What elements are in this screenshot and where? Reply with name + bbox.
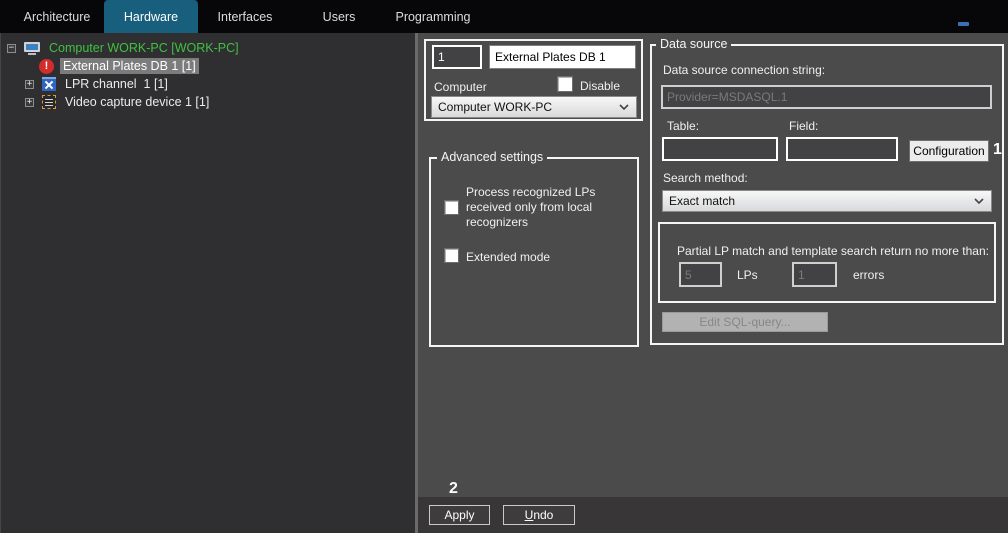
table-input[interactable] bbox=[662, 137, 778, 161]
tab-hardware[interactable]: Hardware bbox=[104, 0, 198, 33]
table-label: Table: bbox=[667, 119, 700, 133]
computer-icon bbox=[24, 41, 40, 55]
partial-match-groupbox: Partial LP match and template search ret… bbox=[658, 222, 996, 303]
data-source-title: Data source bbox=[656, 37, 732, 51]
expand-plus-icon[interactable]: + bbox=[25, 97, 34, 107]
partial-match-label: Partial LP match and template search ret… bbox=[677, 244, 989, 258]
top-nav-bar: Architecture Hardware Interfaces Users P… bbox=[0, 0, 1008, 33]
extended-mode-checkbox[interactable] bbox=[444, 248, 459, 263]
lps-label: LPs bbox=[737, 268, 758, 282]
search-method-select[interactable]: Exact match bbox=[662, 190, 992, 212]
hardware-tree-panel: − Computer WORK-PC [WORK-PC] ! External … bbox=[0, 33, 415, 533]
video-capture-icon bbox=[42, 95, 56, 109]
tree-label-lpr-channel[interactable]: LPR channel 1 [1] bbox=[62, 76, 171, 92]
data-source-groupbox: Data source Data source connection strin… bbox=[650, 37, 1004, 345]
annotation-marker-1: 1 bbox=[993, 141, 1002, 158]
chevron-down-icon bbox=[619, 104, 629, 111]
alert-icon: ! bbox=[39, 58, 54, 74]
tree-row-lpr-channel[interactable]: + LPR channel 1 [1] bbox=[1, 75, 415, 93]
nav-collapse-dash-icon[interactable] bbox=[958, 22, 969, 26]
tree-label-video-capture[interactable]: Video capture device 1 [1] bbox=[62, 94, 212, 110]
process-local-lps-checkbox[interactable] bbox=[444, 200, 459, 215]
general-groupbox: Computer Disable Computer WORK-PC bbox=[424, 39, 643, 121]
extended-mode-label: Extended mode bbox=[466, 250, 551, 264]
search-method-label: Search method: bbox=[663, 171, 748, 185]
apply-button[interactable]: Apply bbox=[429, 505, 490, 525]
object-name-input[interactable] bbox=[489, 45, 636, 69]
advanced-settings-title: Advanced settings bbox=[437, 150, 548, 164]
tab-users[interactable]: Users bbox=[292, 0, 386, 33]
tree-row-video-capture[interactable]: + Video capture device 1 [1] bbox=[1, 93, 415, 111]
process-local-lps-label: Process recognized LPs received only fro… bbox=[466, 185, 596, 229]
undo-button[interactable]: Undo bbox=[503, 505, 575, 525]
settings-panel: Computer Disable Computer WORK-PC Advanc… bbox=[415, 33, 1008, 497]
disable-checkbox[interactable] bbox=[557, 76, 573, 92]
expand-plus-icon[interactable]: + bbox=[25, 79, 34, 89]
annotation-marker-2: 2 bbox=[449, 480, 458, 497]
advanced-settings-groupbox: Advanced settings Process recognized LPs… bbox=[429, 150, 639, 347]
errors-count-input bbox=[792, 262, 837, 287]
connection-string-label: Data source connection string: bbox=[663, 63, 826, 77]
lpr-channel-icon bbox=[42, 77, 56, 91]
tree-label-external-plates-db[interactable]: External Plates DB 1 [1] bbox=[60, 58, 199, 74]
chevron-down-icon bbox=[974, 198, 984, 205]
tree-label-computer[interactable]: Computer WORK-PC [WORK-PC] bbox=[46, 40, 242, 56]
object-id-input[interactable] bbox=[432, 45, 482, 69]
computer-select[interactable]: Computer WORK-PC bbox=[431, 96, 637, 118]
expand-minus-icon[interactable]: − bbox=[7, 43, 16, 53]
tab-architecture[interactable]: Architecture bbox=[10, 0, 104, 33]
computer-label: Computer bbox=[434, 80, 487, 94]
tab-programming[interactable]: Programming bbox=[386, 0, 480, 33]
search-method-value: Exact match bbox=[669, 194, 736, 208]
errors-label: errors bbox=[853, 268, 885, 282]
connection-string-input bbox=[661, 85, 992, 109]
tree-row-computer[interactable]: − Computer WORK-PC [WORK-PC] bbox=[1, 39, 415, 57]
disable-label: Disable bbox=[580, 79, 621, 93]
configuration-button[interactable]: Configuration bbox=[909, 140, 989, 162]
field-label: Field: bbox=[789, 119, 819, 133]
computer-select-value: Computer WORK-PC bbox=[438, 100, 553, 114]
lps-count-input bbox=[679, 262, 722, 287]
tab-interfaces[interactable]: Interfaces bbox=[198, 0, 292, 33]
field-input[interactable] bbox=[786, 137, 898, 161]
tree-row-external-plates-db[interactable]: ! External Plates DB 1 [1] bbox=[1, 57, 415, 75]
edit-sql-query-button: Edit SQL-query... bbox=[662, 312, 828, 332]
